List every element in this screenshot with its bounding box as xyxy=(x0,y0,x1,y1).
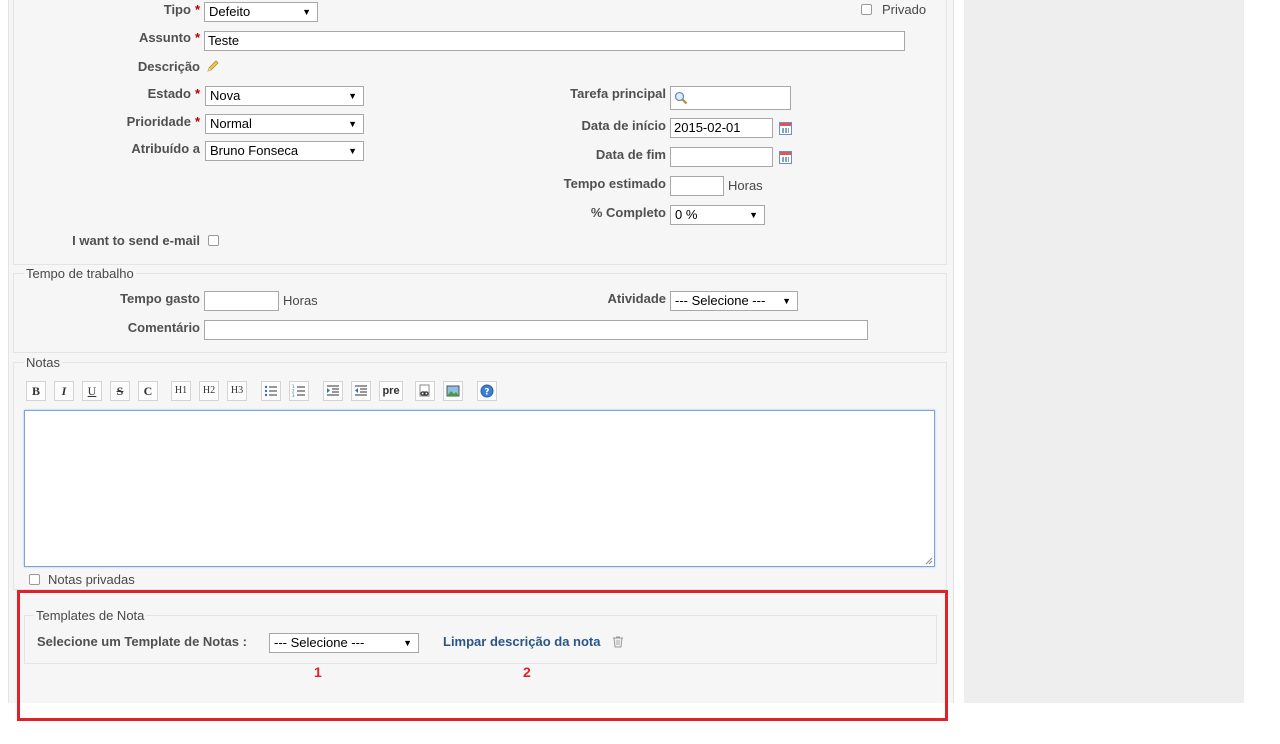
tempo-estimado-unit: Horas xyxy=(728,178,763,193)
completo-label: % Completo xyxy=(590,205,666,220)
atribuido-label: Atribuído a xyxy=(131,141,200,156)
code-button[interactable]: C xyxy=(138,381,158,401)
outdent-icon[interactable] xyxy=(351,381,371,401)
estado-label: Estado * xyxy=(147,86,200,101)
atividade-select[interactable]: --- Selecione --- ▼ xyxy=(670,291,798,311)
strikethrough-button[interactable]: S xyxy=(110,381,130,401)
tarefa-principal-label: Tarefa principal xyxy=(570,86,666,101)
send-email-label: I want to send e-mail xyxy=(72,233,200,248)
assunto-input[interactable]: Teste xyxy=(204,31,905,51)
prioridade-select[interactable]: Normal ▼ xyxy=(205,114,364,134)
tarefa-principal-input[interactable] xyxy=(670,86,791,110)
search-icon xyxy=(674,91,688,110)
image-icon[interactable] xyxy=(443,381,463,401)
notas-privadas-label: Notas privadas xyxy=(48,572,135,587)
atividade-label: Atividade xyxy=(607,291,666,306)
page-margin xyxy=(0,0,8,703)
pencil-icon[interactable] xyxy=(205,58,221,74)
calendar-icon[interactable] xyxy=(779,122,792,135)
send-email-checkbox[interactable] xyxy=(208,235,219,246)
assunto-label: Assunto * xyxy=(138,30,200,45)
svg-text:?: ? xyxy=(484,388,489,398)
privado-checkbox[interactable] xyxy=(861,4,872,15)
svg-text:3: 3 xyxy=(292,393,295,398)
link-icon[interactable] xyxy=(415,381,435,401)
heading1-button[interactable]: H1 xyxy=(171,381,191,401)
data-fim-input[interactable] xyxy=(670,147,773,167)
descricao-label: Descrição xyxy=(137,59,200,74)
data-fim-label: Data de fim xyxy=(595,147,666,162)
resize-handle-icon[interactable] xyxy=(925,557,933,565)
underline-button[interactable]: U xyxy=(82,381,102,401)
indent-icon[interactable] xyxy=(323,381,343,401)
atribuido-select[interactable]: Bruno Fonseca ▼ xyxy=(205,141,364,161)
notas-legend: Notas xyxy=(24,355,62,370)
tempo-estimado-input[interactable] xyxy=(670,176,724,196)
tempo-trabalho-legend: Tempo de trabalho xyxy=(24,266,136,281)
tipo-label: Tipo * xyxy=(163,2,200,17)
estado-select[interactable]: Nova ▼ xyxy=(205,86,364,106)
prioridade-label: Prioridade * xyxy=(126,114,200,129)
tempo-gasto-unit: Horas xyxy=(283,293,318,308)
help-icon[interactable]: ? xyxy=(477,381,497,401)
preformatted-button[interactable]: pre xyxy=(379,381,403,401)
completo-select[interactable]: 0 % ▼ xyxy=(670,205,765,225)
bullet-list-icon[interactable] xyxy=(261,381,281,401)
numbered-list-icon[interactable]: 123 xyxy=(289,381,309,401)
data-inicio-label: Data de início xyxy=(581,118,666,133)
data-inicio-input[interactable]: 2015-02-01 xyxy=(670,118,773,138)
notas-privadas-checkbox[interactable] xyxy=(29,574,40,585)
heading3-button[interactable]: H3 xyxy=(227,381,247,401)
bold-button[interactable]: B xyxy=(26,381,46,401)
privado-label: Privado xyxy=(882,2,927,17)
highlight-frame xyxy=(17,590,948,721)
tempo-gasto-input[interactable] xyxy=(204,291,279,311)
tipo-select[interactable]: Defeito ▼ xyxy=(204,2,318,22)
calendar-icon[interactable] xyxy=(779,151,792,164)
sidebar xyxy=(964,0,1244,703)
tempo-estimado-label: Tempo estimado xyxy=(563,176,666,191)
notes-textarea[interactable] xyxy=(24,410,935,567)
comentario-label: Comentário xyxy=(127,320,200,335)
comentario-input[interactable] xyxy=(204,320,868,340)
heading2-button[interactable]: H2 xyxy=(199,381,219,401)
tempo-trabalho-fieldset xyxy=(13,273,947,353)
tempo-gasto-label: Tempo gasto xyxy=(120,291,200,306)
italic-button[interactable]: I xyxy=(54,381,74,401)
